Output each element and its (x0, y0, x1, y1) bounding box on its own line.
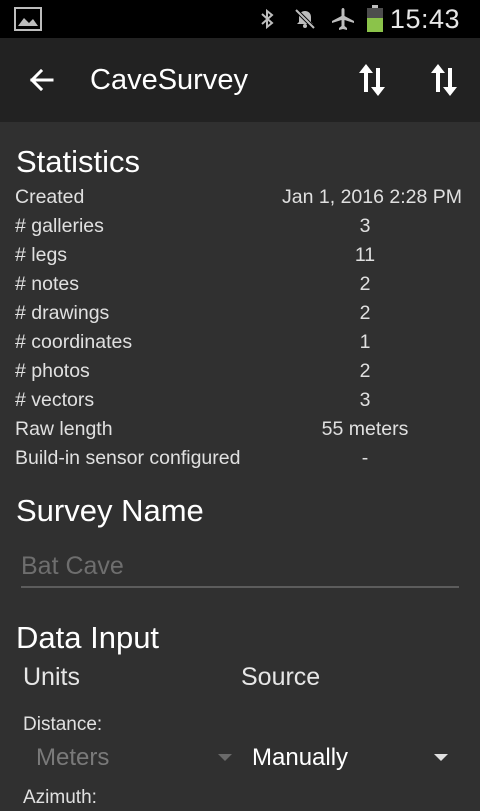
distance-label: Distance: (23, 714, 103, 735)
sort-icon[interactable] (346, 54, 398, 106)
stat-label: # legs (15, 244, 68, 266)
stat-value: 11 (354, 244, 376, 266)
settings-content: Statistics Created Jan 1, 2016 2:28 PM #… (0, 122, 480, 808)
distance-source-value: Manually (252, 744, 349, 771)
dropdown-arrow-icon (434, 754, 448, 761)
app-bar: CaveSurvey (0, 38, 480, 122)
stat-value: Jan 1, 2016 2:28 PM (282, 186, 462, 208)
status-icons (254, 6, 356, 32)
status-time: 15:43 (389, 4, 460, 34)
stat-value: 3 (359, 215, 371, 237)
units-header: Units (23, 663, 80, 691)
stat-value: - (361, 447, 369, 469)
data-input-title: Data Input (16, 620, 160, 655)
airplane-mode-icon (332, 8, 354, 30)
bluetooth-icon (261, 8, 274, 30)
dropdown-arrow-icon (218, 754, 232, 761)
stat-label: # photos (15, 360, 90, 382)
sort-icon[interactable] (418, 54, 470, 106)
stat-row-sensor: Build-in sensor configured - (15, 444, 465, 472)
statistics-title: Statistics (16, 144, 141, 179)
distance-unit-spinner[interactable]: Meters (36, 738, 236, 778)
distance-source-spinner[interactable]: Manually (252, 738, 456, 778)
stat-row-legs: # legs 11 (15, 241, 465, 269)
stat-value: 1 (359, 331, 371, 353)
stat-row-raw-length: Raw length 55 meters (15, 415, 465, 443)
app-title: CaveSurvey (90, 64, 248, 96)
stat-label: # drawings (15, 302, 110, 324)
stat-value: 2 (359, 273, 371, 295)
stat-row-notes: # notes 2 (15, 270, 465, 298)
stat-label: Created (15, 186, 85, 208)
survey-name-title: Survey Name (16, 493, 204, 528)
mute-icon (294, 8, 316, 30)
image-notification-icon (14, 7, 42, 31)
azimuth-label: Azimuth: (23, 787, 97, 808)
stat-label: Raw length (15, 418, 113, 440)
stat-label: # notes (15, 273, 79, 295)
stat-value: 55 meters (321, 418, 409, 440)
stat-row-vectors: # vectors 3 (15, 386, 465, 414)
stat-row-created: Created Jan 1, 2016 2:28 PM (15, 183, 465, 211)
stat-row-photos: # photos 2 (15, 357, 465, 385)
source-header: Source (241, 663, 321, 691)
stat-row-coordinates: # coordinates 1 (15, 328, 465, 356)
battery-icon (367, 5, 383, 32)
stat-value: 2 (359, 360, 371, 382)
distance-unit-value: Meters (36, 744, 110, 771)
stat-label: # vectors (15, 389, 95, 411)
stat-row-drawings: # drawings 2 (15, 299, 465, 327)
status-bar: 15:43 (0, 0, 480, 38)
stat-label: # galleries (15, 215, 104, 237)
stat-value: 2 (359, 302, 371, 324)
stat-label: # coordinates (15, 331, 133, 353)
stat-row-galleries: # galleries 3 (15, 212, 465, 240)
stat-label: Build-in sensor configured (15, 447, 241, 469)
arrow-back-icon[interactable] (18, 56, 66, 104)
survey-name-input[interactable] (21, 546, 459, 588)
stat-value: 3 (359, 389, 371, 411)
